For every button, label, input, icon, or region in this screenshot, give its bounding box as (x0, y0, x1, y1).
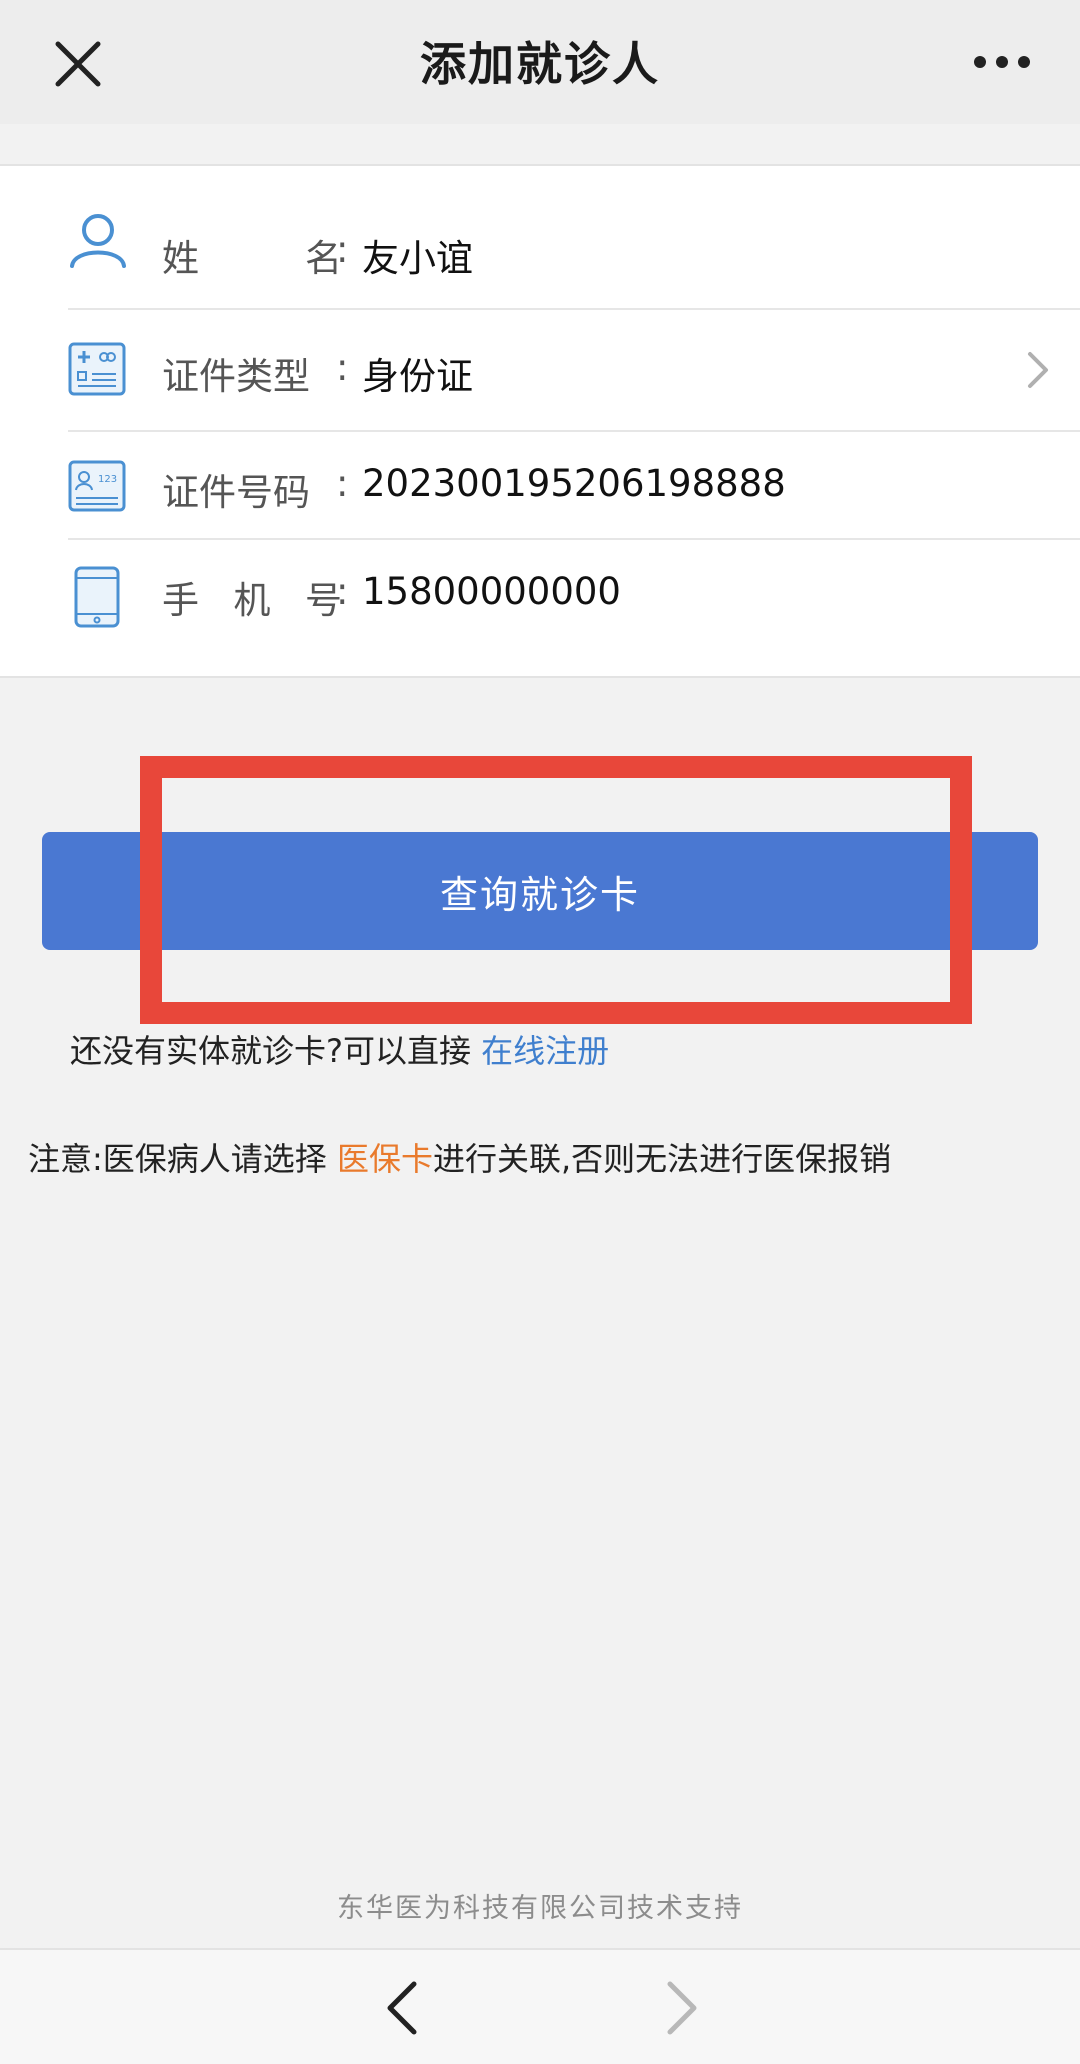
id-type-value[interactable]: 身份证 (362, 346, 473, 400)
phone-label: 手 机 号 (162, 570, 342, 624)
name-row[interactable]: 姓 名 : 友小谊 (0, 166, 1080, 310)
id-type-row[interactable]: 证件类型 : 身份证 (0, 310, 1080, 432)
more-dots-icon[interactable] (972, 50, 1032, 74)
footer-credit: 东华医为科技有限公司技术支持 (337, 1893, 743, 1924)
phone-value[interactable]: 15800000000 (362, 570, 621, 613)
phone-row[interactable]: 手 机 号 : 15800000000 (0, 540, 1080, 676)
online-register-link[interactable]: 在线注册 (481, 1032, 609, 1070)
id-type-label-text: 证件类型 (162, 355, 310, 398)
id-number-label-text: 证件号码 (162, 471, 310, 514)
id-number-row[interactable]: 123 证件号码 : 202300195206198888 (0, 432, 1080, 540)
medical-insurance-card-highlight: 医保卡 (336, 1140, 433, 1178)
notice-suffix: 进行关联,否则无法进行医保报销 (432, 1140, 892, 1178)
bottom-nav-bar (0, 1948, 1080, 2064)
notice-line: 注意:医保病人请选择 医保卡进行关联,否则无法进行医保报销 (28, 1134, 891, 1180)
svg-text:123: 123 (98, 474, 117, 485)
id-number-value[interactable]: 202300195206198888 (362, 462, 786, 505)
id-number-label: 证件号码 (162, 462, 342, 516)
name-label-char: 姓 (162, 237, 199, 280)
id-number-card-icon: 123 (68, 460, 126, 512)
mobile-phone-icon (74, 566, 120, 628)
id-type-label: 证件类型 (162, 346, 342, 400)
id-number-colon: : (336, 462, 349, 505)
patient-form: 姓 名 : 友小谊 证件类型 : 身份证 123 证件号码: 20230019… (0, 166, 1080, 678)
notice-prefix: 注意:医保病人请选择 (28, 1140, 337, 1178)
person-icon (70, 214, 126, 268)
name-colon: : (336, 228, 349, 271)
register-line: 还没有实体就诊卡?可以直接 在线注册 (70, 1026, 609, 1072)
phone-label-char: 机 (233, 579, 271, 622)
register-prefix: 还没有实体就诊卡?可以直接 (70, 1032, 482, 1070)
page-title: 添加就诊人 (420, 37, 660, 91)
phone-colon: : (336, 570, 349, 613)
query-card-button[interactable]: 查询就诊卡 (42, 832, 1038, 950)
chevron-right-icon[interactable] (1026, 350, 1050, 390)
name-value[interactable]: 友小谊 (362, 228, 473, 282)
name-label: 姓 名 (162, 228, 342, 282)
forward-arrow-icon[interactable] (660, 1978, 704, 2038)
back-arrow-icon[interactable] (380, 1978, 424, 2038)
top-bar: 添加就诊人 (0, 0, 1080, 124)
id-type-card-icon (68, 342, 126, 396)
phone-label-char: 手 (162, 579, 199, 622)
id-type-colon: : (336, 346, 349, 389)
